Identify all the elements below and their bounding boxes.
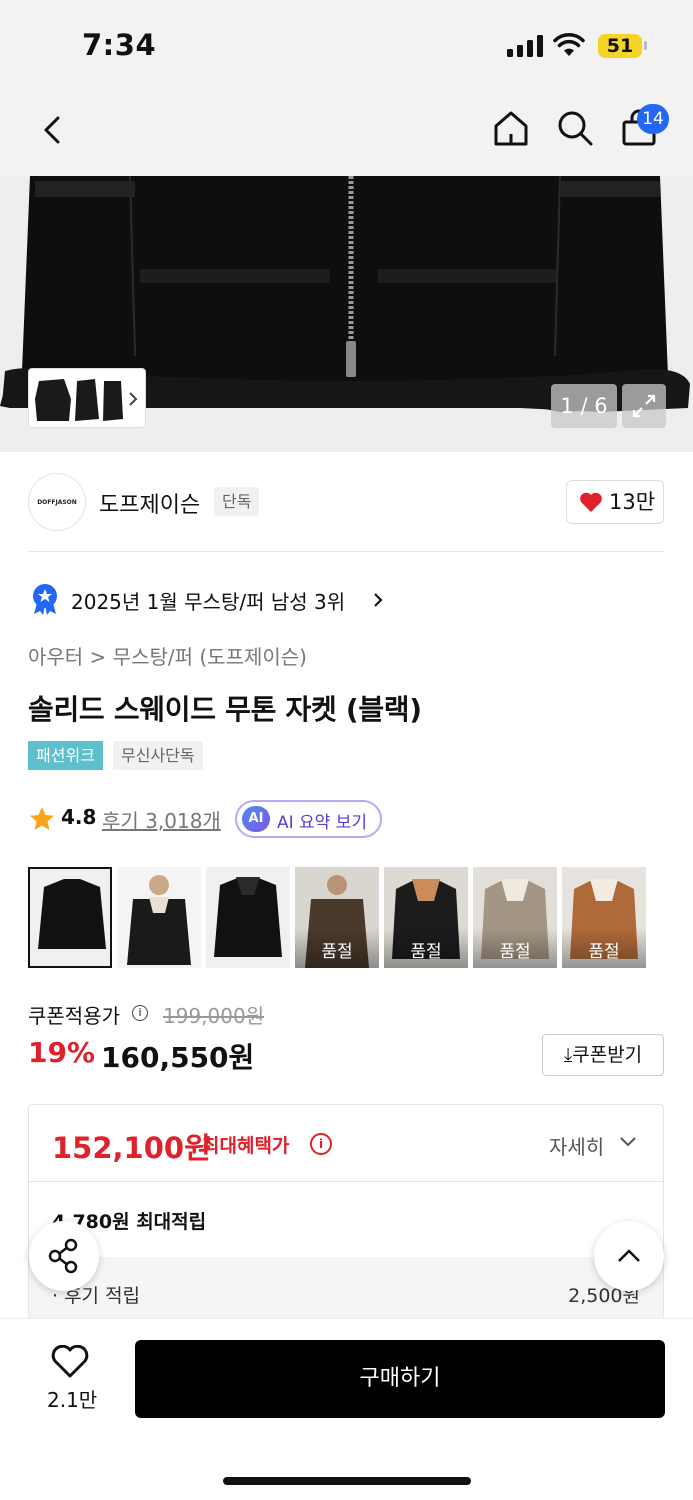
image-gallery-thumbnail[interactable]	[28, 368, 146, 428]
max-benefit-label: 최대혜택가	[202, 1135, 290, 1157]
get-coupon-label: 쿠폰받기	[572, 1044, 643, 1066]
heart-icon	[580, 492, 602, 512]
jacket-thumbnail	[206, 867, 290, 968]
info-icon[interactable]: i	[132, 1005, 148, 1021]
wishlist-count: 2.1만	[47, 1388, 98, 1412]
brand-like-count: 13만	[609, 490, 656, 514]
image-counter: 1 / 6	[551, 384, 617, 428]
max-benefit-panel: 152,100원 최대혜택가 i 자세히 4,780원 최대적립 · 후기 적립…	[28, 1104, 664, 1334]
detail-toggle[interactable]: 자세히	[549, 1131, 604, 1160]
brand-like-button[interactable]: 13만	[566, 480, 664, 524]
ai-summary-label: AI 요약 보기	[277, 813, 368, 833]
thumbnail-preview	[35, 379, 138, 421]
chevron-up-icon	[618, 1249, 640, 1262]
download-icon: ⤓	[563, 1044, 573, 1066]
color-option[interactable]: 품절	[384, 867, 468, 968]
brand-logo[interactable]: DOFFJASON	[28, 473, 86, 531]
cart-count-badge: 14	[637, 104, 669, 134]
cellular-signal-icon	[507, 35, 543, 57]
tag-fashion-week: 패션위크	[28, 741, 103, 770]
status-bar: 7:34 51	[0, 0, 693, 90]
info-icon[interactable]: i	[310, 1133, 332, 1155]
color-option[interactable]	[117, 867, 201, 968]
chevron-right-icon	[374, 593, 383, 607]
ai-icon: AI	[242, 806, 270, 832]
ranking-link[interactable]: 2025년 1월 무스탕/퍼 남성 3위	[71, 586, 345, 615]
back-icon[interactable]	[34, 110, 74, 150]
color-option[interactable]: 품절	[295, 867, 379, 968]
divider	[29, 1181, 663, 1182]
coupon-price-label: 쿠폰적용가	[28, 1004, 120, 1028]
max-benefit-price: 152,100원	[52, 1131, 211, 1165]
get-coupon-button[interactable]: ⤓쿠폰받기	[542, 1034, 664, 1076]
color-option[interactable]	[28, 867, 112, 968]
model-thumbnail	[117, 867, 201, 968]
original-price: 199,000원	[163, 1004, 265, 1028]
color-option[interactable]: 품절	[562, 867, 646, 968]
wifi-icon	[553, 33, 585, 56]
color-option[interactable]: 품절	[473, 867, 557, 968]
ranking-badge-icon	[33, 584, 57, 615]
scroll-top-button[interactable]	[594, 1221, 664, 1291]
breadcrumb[interactable]: 아우터 > 무스탕/퍼 (도프제이슨)	[28, 641, 307, 670]
chevron-down-icon[interactable]	[618, 1135, 638, 1149]
heart-outline-icon[interactable]	[51, 1345, 89, 1379]
expand-icon[interactable]	[622, 384, 666, 428]
share-icon	[48, 1238, 78, 1274]
buy-button[interactable]: 구매하기	[135, 1340, 665, 1418]
sale-price: 160,550원	[101, 1041, 255, 1074]
star-icon	[30, 807, 54, 830]
search-icon[interactable]	[555, 108, 595, 148]
soldout-label: 품절	[295, 928, 379, 968]
ai-summary-button[interactable]: AI AI 요약 보기	[235, 800, 382, 838]
exclusive-badge: 단독	[214, 487, 260, 516]
battery-indicator: 51	[598, 34, 642, 58]
soldout-label: 품절	[562, 928, 646, 968]
jacket-thumbnail	[30, 869, 110, 966]
divider	[28, 551, 664, 552]
home-indicator	[223, 1477, 471, 1485]
rating-value: 4.8	[61, 805, 97, 829]
soldout-label: 품절	[384, 928, 468, 968]
status-time: 7:34	[82, 28, 157, 62]
battery-tip	[644, 41, 647, 50]
tag-musinsa-exclusive: 무신사단독	[113, 741, 203, 770]
reviews-link[interactable]: 후기 3,018개	[102, 805, 221, 834]
home-icon[interactable]	[491, 108, 531, 148]
brand-name[interactable]: 도프제이슨	[99, 487, 200, 519]
discount-rate: 19%	[28, 1036, 96, 1069]
share-button[interactable]	[29, 1221, 99, 1291]
top-navigation	[0, 90, 693, 176]
soldout-label: 품절	[473, 928, 557, 968]
color-option[interactable]	[206, 867, 290, 968]
product-title: 솔리드 스웨이드 무톤 자켓 (블랙)	[28, 693, 422, 726]
